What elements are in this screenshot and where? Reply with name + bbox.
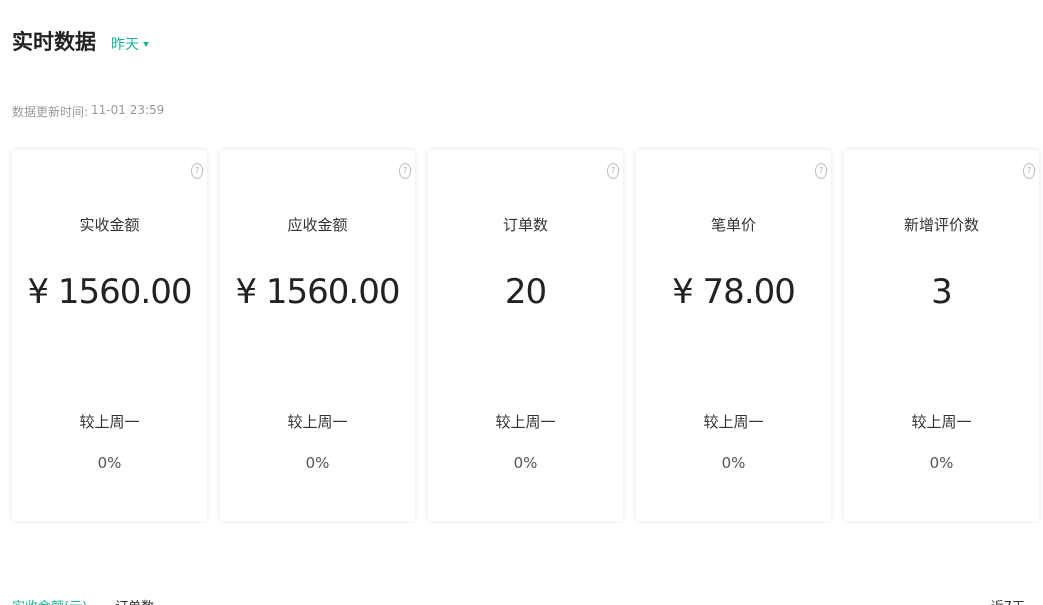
- metric-value: 20: [504, 272, 547, 312]
- metric-value: ¥ 78.00: [672, 272, 796, 312]
- question-circle-icon[interactable]: ?: [399, 163, 411, 179]
- metric-card-order-count: ? 订单数 20 较上周一 0%: [428, 150, 623, 521]
- compare-label: 较上周一: [79, 413, 140, 431]
- metric-card-receivable-amount: ? 应收金额 ¥ 1560.00 较上周一 0%: [220, 150, 415, 521]
- compare-label: 较上周一: [911, 413, 972, 431]
- caret-down-icon: [143, 41, 149, 47]
- metric-cards: ? 实收金额 ¥ 1560.00 较上周一 0% ? 应收金额 ¥ 1560.0…: [12, 150, 1039, 521]
- question-circle-icon[interactable]: ?: [191, 163, 203, 179]
- update-time-value: 11-01 23:59: [91, 103, 165, 117]
- metric-label: 实收金额: [79, 216, 140, 234]
- question-circle-icon[interactable]: ?: [815, 163, 827, 179]
- range-select[interactable]: 近7天: [991, 596, 1025, 605]
- metric-value: ¥ 1560.00: [27, 272, 192, 312]
- tab-order-count[interactable]: 订单数: [115, 596, 154, 605]
- metric-card-received-amount: ? 实收金额 ¥ 1560.00 较上周一 0%: [12, 150, 207, 521]
- metric-value: ¥ 1560.00: [235, 272, 400, 312]
- period-select[interactable]: 昨天: [111, 34, 149, 54]
- metric-card-new-reviews: ? 新增评价数 3 较上周一 0%: [844, 150, 1039, 521]
- metric-label: 笔单价: [710, 216, 756, 234]
- compare-value: 0%: [721, 454, 746, 472]
- metric-label: 订单数: [502, 216, 548, 234]
- period-select-label: 昨天: [111, 37, 139, 53]
- question-circle-icon[interactable]: ?: [607, 163, 619, 179]
- chart-tabs: 实收金额(元) 订单数: [12, 596, 154, 605]
- tab-received-amount[interactable]: 实收金额(元): [12, 596, 87, 605]
- metric-label: 应收金额: [287, 216, 348, 234]
- compare-value: 0%: [305, 454, 330, 472]
- metric-value: 3: [931, 272, 953, 312]
- metric-card-average-price: ? 笔单价 ¥ 78.00 较上周一 0%: [636, 150, 831, 521]
- question-circle-icon[interactable]: ?: [1023, 163, 1035, 179]
- compare-value: 0%: [929, 454, 954, 472]
- realtime-data-page: 实时数据 昨天 数据更新时间: 11-01 23:59 ? 实收金额 ¥ 156…: [0, 0, 1043, 605]
- update-time: 数据更新时间: 11-01 23:59: [12, 103, 164, 120]
- update-time-label: 数据更新时间:: [12, 105, 89, 119]
- compare-label: 较上周一: [495, 413, 556, 431]
- header: 实时数据 昨天: [12, 26, 149, 56]
- compare-value: 0%: [513, 454, 538, 472]
- compare-label: 较上周一: [703, 413, 764, 431]
- compare-label: 较上周一: [287, 413, 348, 431]
- metric-label: 新增评价数: [903, 216, 979, 234]
- compare-value: 0%: [97, 454, 122, 472]
- page-title: 实时数据: [12, 30, 96, 54]
